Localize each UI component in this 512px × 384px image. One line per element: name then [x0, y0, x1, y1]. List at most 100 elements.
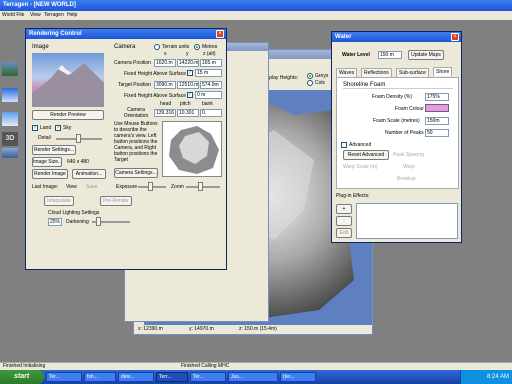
target-z-field[interactable]: 574.9m	[200, 81, 222, 89]
preview-image	[32, 53, 104, 107]
cloud-lighting-label: Cloud Lighting Settings	[48, 210, 100, 216]
reset-advanced-button[interactable]: Reset Advanced	[343, 150, 389, 160]
warp-scale-label: Warp Scale (m)	[343, 164, 378, 170]
app-titlebar: Terragen - [NEW WORLD]	[0, 0, 512, 11]
render-tool-icon[interactable]	[2, 148, 18, 158]
fixed-height-label-1: Fixed Height Above Surface	[124, 71, 186, 77]
target-y-field[interactable]: 12510.m	[177, 81, 199, 89]
start-button[interactable]: start	[0, 370, 44, 384]
exposure-label: Exposure	[116, 184, 138, 190]
plugin-list[interactable]	[356, 203, 458, 239]
camera-y-field[interactable]: 14220.m	[177, 59, 199, 67]
left-toolbar: 3D	[0, 24, 22, 158]
water-tool-icon[interactable]	[2, 112, 18, 126]
last-image-label: Last Image:	[32, 184, 59, 190]
sky-label: Sky	[63, 125, 72, 131]
sky-tool-icon[interactable]	[2, 88, 18, 102]
fixed-height-checkbox-2[interactable]: ✓	[187, 92, 193, 98]
camera-x-field[interactable]: 1620.m	[154, 59, 176, 67]
pre-render-button[interactable]: Pre-Render	[100, 196, 132, 206]
render-settings-button[interactable]: Render Settings...	[32, 145, 76, 155]
darkening-label: Darkening	[66, 219, 89, 225]
close-icon[interactable]: ×	[216, 30, 224, 38]
taskbar-item[interactable]: desi...	[118, 372, 154, 382]
foam-scale-field[interactable]: 150m	[425, 117, 449, 125]
edit-plugin-button[interactable]: Edit	[336, 228, 352, 238]
zoom-slider-thumb[interactable]	[198, 182, 203, 191]
metres-radio[interactable]	[194, 44, 200, 50]
animation-button[interactable]: Animation...	[72, 169, 106, 179]
cloud-percent-field[interactable]: 25%	[48, 218, 62, 226]
terrain-units-label: Terrain units	[162, 44, 190, 50]
detail-label: Detail	[38, 135, 51, 141]
menubar: World File View Terragen Help	[0, 11, 512, 20]
camera-z-field[interactable]: 165.m	[200, 59, 222, 67]
number-of-peaks-field[interactable]: 50	[425, 129, 449, 137]
camera-help-text: Use Mouse Buttons to describe the camera…	[114, 121, 158, 163]
bank-field[interactable]: 0.	[200, 109, 222, 117]
sky-checkbox[interactable]: ✓	[55, 125, 61, 131]
menu-terragen[interactable]: Terragen	[44, 11, 64, 20]
system-tray: 8:24 AM	[460, 370, 512, 384]
fixed-height-label-2: Fixed Height Above Surface	[124, 93, 186, 99]
target-x-field[interactable]: 3090.m	[154, 81, 176, 89]
statusbar: Finished Initialising Finished Calling M…	[0, 362, 512, 370]
taskbar-item[interactable]: Jus...	[228, 372, 278, 382]
taskbar-item-active[interactable]: Terr...	[156, 372, 188, 382]
head-field[interactable]: 139.316	[154, 109, 176, 117]
remove-plugin-button[interactable]: -	[336, 216, 352, 226]
exposure-slider-thumb[interactable]	[148, 182, 153, 191]
foam-colour-swatch[interactable]	[425, 104, 449, 112]
darkening-slider-thumb[interactable]	[96, 217, 101, 226]
status-x: x: 12390.m	[138, 326, 163, 332]
taskbar-item[interactable]: (ter...	[280, 372, 316, 382]
image-size-button[interactable]: Image Size...	[32, 157, 62, 167]
water-title: Water	[335, 34, 352, 40]
plugin-effects-label: Plug-in Effects:	[336, 193, 370, 199]
greys-label: Greys	[315, 73, 329, 79]
3d-view-icon[interactable]: 3D	[2, 132, 18, 146]
foam-scale-label: Foam Scale (metres)	[373, 118, 420, 124]
fixed-height-checkbox-1[interactable]: ✓	[187, 70, 193, 76]
greys-radio[interactable]	[307, 73, 313, 79]
water-level-field[interactable]: 150 m	[378, 51, 402, 59]
tab-shore[interactable]: Shore	[433, 67, 453, 76]
camera-settings-button[interactable]: Camera Settings...	[114, 168, 158, 178]
render-image-button[interactable]: Render Image	[32, 169, 68, 179]
detail-slider-thumb[interactable]	[76, 134, 81, 143]
taskbar-item[interactable]: Ter...	[190, 372, 226, 382]
pitch-field[interactable]: 10.301	[177, 109, 199, 117]
fixed-height-field-1[interactable]: 15 m	[195, 69, 222, 77]
shore-tab-panel: Shoreline Foam Foam Density (%) 175% Foa…	[336, 77, 459, 189]
update-maps-button[interactable]: Update Maps	[408, 50, 444, 60]
taskbar-item[interactable]: Ter...	[46, 372, 82, 382]
zoom-slider[interactable]	[186, 186, 220, 188]
menu-world-file[interactable]: World File	[2, 11, 24, 20]
land-checkbox[interactable]: ✓	[32, 125, 38, 131]
status-right: Finished Calling MHC	[181, 363, 230, 369]
cols-radio[interactable]	[307, 80, 313, 86]
water-titlebar: Water	[332, 32, 461, 42]
camera-group-label: Camera	[114, 44, 136, 50]
col-y-header: y	[186, 51, 189, 57]
menu-view[interactable]: View	[30, 11, 41, 20]
taskbar-item[interactable]: fsh...	[84, 372, 116, 382]
advanced-checkbox[interactable]	[341, 142, 347, 148]
interpolate-button[interactable]: Interpolate	[44, 196, 74, 206]
save-link[interactable]: Save	[86, 184, 97, 190]
camera-view-map[interactable]	[162, 121, 222, 177]
terrain-units-radio[interactable]	[154, 44, 160, 50]
landscape-tool-icon[interactable]	[2, 62, 18, 76]
foam-density-field[interactable]: 175%	[425, 93, 449, 101]
view-link[interactable]: View	[66, 184, 77, 190]
col-bank-header: bank	[202, 101, 213, 107]
add-plugin-button[interactable]: +	[336, 204, 352, 214]
warp-label: Warp	[403, 164, 415, 170]
fixed-height-field-2[interactable]: 0 m	[195, 91, 222, 99]
menu-help[interactable]: Help	[67, 11, 77, 20]
col-head-header: head	[160, 101, 172, 107]
render-preview-button[interactable]: Render Preview	[32, 110, 104, 120]
rendering-control-window: Rendering Control × Image Render Preview…	[25, 28, 227, 270]
advanced-label: Advanced	[349, 142, 372, 148]
water-close-icon[interactable]: ×	[451, 33, 459, 41]
